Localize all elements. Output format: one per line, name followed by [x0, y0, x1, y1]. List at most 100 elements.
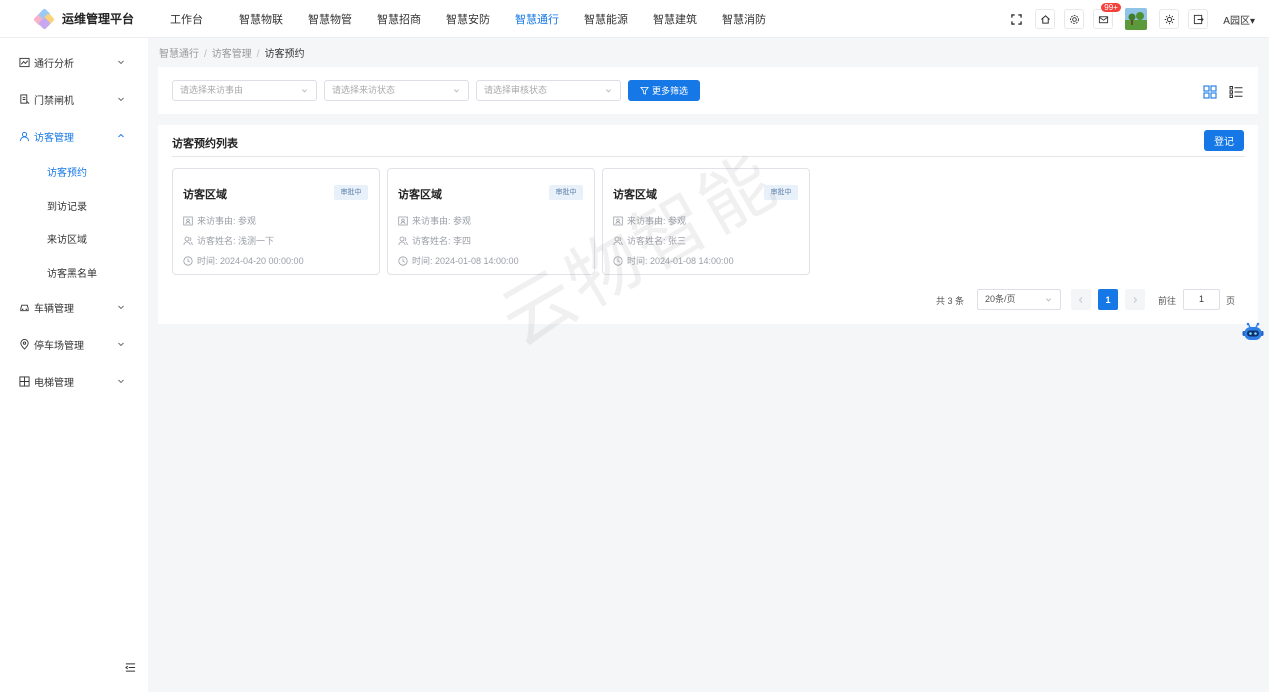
nav-property[interactable]: 智慧物管 — [308, 11, 377, 27]
nav-investment[interactable]: 智慧招商 — [377, 11, 446, 27]
mail-badge: 99+ — [1101, 3, 1121, 12]
page-number-button[interactable]: 1 — [1098, 289, 1118, 310]
chevron-down-icon — [1046, 298, 1051, 302]
clock-icon — [183, 255, 193, 266]
app-title: 运维管理平台 — [62, 12, 135, 26]
prev-page-button[interactable] — [1071, 289, 1091, 310]
breadcrumb-item[interactable]: 智慧通行 — [159, 49, 199, 60]
audit-status-select[interactable]: 请选择审核状态 — [476, 80, 621, 101]
next-page-button[interactable] — [1125, 289, 1145, 310]
card-name-text: 访客姓名: 李四 — [412, 236, 472, 246]
theme-icon[interactable] — [1159, 9, 1180, 29]
logo[interactable]: 运维管理平台 — [0, 7, 148, 30]
card-time-text: 时间: 2024-01-08 14:00:00 — [627, 256, 734, 266]
id-card-icon — [398, 216, 408, 226]
nav-fire[interactable]: 智慧消防 — [722, 11, 791, 27]
card-time: 时间: 2024-04-20 00:00:00 — [183, 254, 304, 267]
nav-traffic[interactable]: 智慧通行 — [515, 11, 584, 27]
card-title: 访客区域 — [183, 189, 227, 201]
top-header: 运维管理平台 工作台 智慧物联 智慧物管 智慧招商 智慧安防 智慧通行 智慧能源… — [0, 0, 1269, 38]
chevron-down-icon — [118, 379, 124, 384]
sidebar-subitem-appointment[interactable]: 访客预约 — [0, 155, 148, 189]
nav-building[interactable]: 智慧建筑 — [653, 11, 722, 27]
goto-page-input[interactable]: 1 — [1183, 289, 1220, 310]
page-suffix: 页 — [1226, 296, 1236, 306]
sidebar-item-traffic-analysis[interactable]: 通行分析 — [0, 44, 148, 81]
sidebar-item-label: 门禁闸机 — [34, 96, 74, 107]
visit-reason-select[interactable]: 请选择来访事由 — [172, 80, 317, 101]
page-size-select[interactable]: 20条/页 — [977, 289, 1061, 310]
collapse-menu-icon[interactable] — [125, 662, 136, 673]
park-select[interactable]: A园区▾ — [1223, 12, 1255, 27]
nav-workbench[interactable]: 工作台 — [170, 11, 239, 27]
assistant-bot-icon[interactable] — [1241, 321, 1265, 343]
more-filters-button[interactable]: 更多筛选 — [628, 80, 700, 101]
fullscreen-icon[interactable] — [1006, 9, 1026, 29]
user-icon — [613, 236, 623, 246]
mail-icon[interactable]: 99+ — [1093, 3, 1121, 29]
nav-energy[interactable]: 智慧能源 — [584, 11, 653, 27]
select-placeholder: 请选择审核状态 — [484, 85, 548, 95]
chart-icon — [19, 57, 30, 68]
sidebar-item-parking[interactable]: 停车场管理 — [0, 326, 148, 363]
visitor-card[interactable]: 访客区域 审批中 来访事由: 参观 访客姓名: 张三 时间: 2024-01-0… — [602, 168, 810, 275]
status-badge: 审批中 — [549, 185, 583, 200]
settings-icon[interactable] — [1064, 9, 1085, 29]
sidebar-item-label: 停车场管理 — [34, 341, 84, 352]
breadcrumb-current: 访客预约 — [264, 49, 305, 60]
register-button[interactable]: 登记 — [1204, 130, 1244, 151]
card-name: 访客姓名: 浅测一下 — [183, 234, 274, 247]
card-reason: 来访事由: 参观 — [398, 214, 471, 227]
goto-label: 前往 — [1158, 296, 1177, 306]
card-title: 访客区域 — [398, 189, 442, 201]
list-view-icon[interactable] — [1229, 85, 1243, 99]
grid-view-icon[interactable] — [1203, 85, 1217, 99]
breadcrumb-item[interactable]: 访客管理 — [212, 49, 252, 60]
card-title: 访客区域 — [613, 189, 657, 201]
sidebar-item-visitor[interactable]: 访客管理 — [0, 118, 148, 155]
header-actions: 99+ A园区▾ — [997, 0, 1269, 38]
top-nav: 工作台 智慧物联 智慧物管 智慧招商 智慧安防 智慧通行 智慧能源 智慧建筑 智… — [170, 11, 791, 27]
clock-icon — [398, 255, 408, 266]
chevron-down-icon — [118, 97, 124, 102]
card-reason-text: 来访事由: 参观 — [412, 216, 472, 226]
card-reason: 来访事由: 参观 — [183, 214, 256, 227]
chevron-down-icon — [606, 89, 611, 93]
card-time: 时间: 2024-01-08 14:00:00 — [398, 254, 519, 267]
list-title: 访客预约列表 — [172, 138, 238, 150]
card-time-text: 时间: 2024-01-08 14:00:00 — [412, 256, 519, 266]
nav-security[interactable]: 智慧安防 — [446, 11, 515, 27]
status-badge: 审批中 — [334, 185, 368, 200]
select-placeholder: 请选择来访状态 — [332, 85, 396, 95]
sidebar-subitem-visit-records[interactable]: 到访记录 — [0, 189, 148, 223]
chevron-down-icon — [302, 89, 307, 93]
divider — [172, 156, 1245, 157]
sidebar-item-vehicle[interactable]: 车辆管理 — [0, 289, 148, 326]
sidebar-item-label: 电梯管理 — [34, 378, 74, 389]
card-name-text: 访客姓名: 张三 — [627, 236, 687, 246]
card-reason: 来访事由: 参观 — [613, 214, 686, 227]
visitor-card[interactable]: 访客区域 审批中 来访事由: 参观 访客姓名: 李四 时间: 2024-01-0… — [387, 168, 595, 275]
card-name: 访客姓名: 张三 — [613, 234, 686, 247]
nav-iot[interactable]: 智慧物联 — [239, 11, 308, 27]
sidebar-item-gate[interactable]: 门禁闸机 — [0, 81, 148, 118]
chevron-left-icon — [1078, 296, 1083, 303]
sidebar-subitem-visit-area[interactable]: 来访区域 — [0, 222, 148, 256]
sidebar-subitem-blacklist[interactable]: 访客黑名单 — [0, 256, 148, 290]
visit-status-select[interactable]: 请选择来访状态 — [324, 80, 469, 101]
sidebar-item-label: 车辆管理 — [34, 304, 74, 315]
chevron-down-icon — [118, 305, 124, 310]
more-filters-label: 更多筛选 — [651, 86, 688, 96]
visitor-card[interactable]: 访客区域 审批中 来访事由: 参观 访客姓名: 浅测一下 时间: 2024-04… — [172, 168, 380, 275]
avatar[interactable] — [1125, 8, 1148, 30]
logo-icon — [33, 7, 55, 30]
logout-icon[interactable] — [1188, 9, 1209, 29]
card-reason-text: 来访事由: 参观 — [197, 216, 257, 226]
elevator-icon — [19, 376, 30, 387]
pagination-total: 共 3 条 — [936, 296, 965, 306]
home-icon[interactable] — [1035, 9, 1056, 29]
sidebar-item-label: 访客管理 — [34, 133, 74, 144]
chevron-up-icon — [118, 133, 124, 138]
card-name: 访客姓名: 李四 — [398, 234, 471, 247]
sidebar-item-elevator[interactable]: 电梯管理 — [0, 363, 148, 400]
